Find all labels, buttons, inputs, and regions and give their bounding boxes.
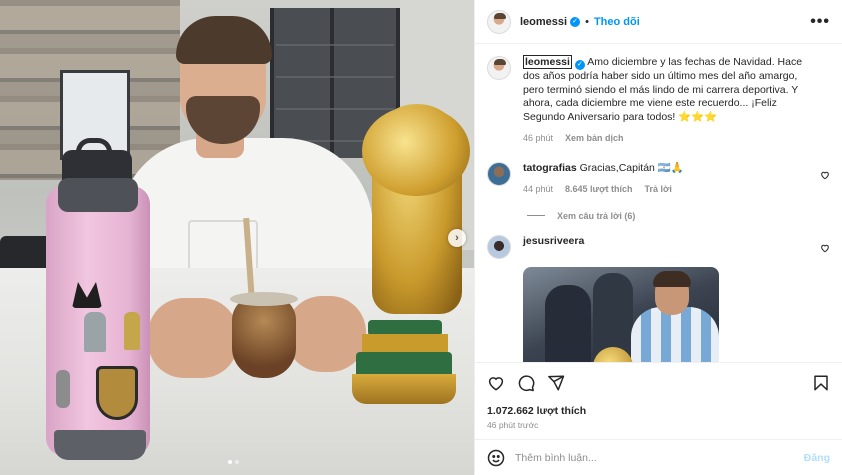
avatar[interactable] [487, 234, 511, 259]
carousel-dot-active [228, 460, 232, 464]
comments-list[interactable]: leomessi ✓ Amo diciembre y las fechas de … [475, 44, 842, 362]
comment-text: Gracias,Capitán 🇦🇷🙏 [579, 161, 684, 174]
trophy-base [352, 374, 456, 404]
post-time: 46 phút trước [487, 420, 539, 430]
trophy-globe [362, 106, 470, 196]
bottle-sticker-trophy [84, 312, 106, 352]
heart-icon[interactable] [487, 374, 505, 392]
view-replies-label: Xem câu trả lời (6) [557, 210, 636, 221]
comment-likes[interactable]: 8.645 lượt thích [565, 183, 632, 197]
comment-time: 44 phút [523, 184, 554, 194]
replies-divider [527, 215, 545, 216]
post-side-panel: leomessi ✓ • Theo dõi ••• leomessi ✓ Amo … [474, 0, 842, 475]
comment-icon[interactable] [517, 374, 535, 392]
comment-image[interactable] [523, 266, 719, 362]
mate-rim [230, 292, 298, 306]
carousel-dot [235, 460, 239, 464]
post-media[interactable]: › [0, 0, 474, 475]
post-header: leomessi ✓ • Theo dõi ••• [475, 0, 842, 44]
share-icon[interactable] [547, 374, 565, 392]
person-right-arm [286, 296, 366, 372]
caption-time: 46 phút [523, 133, 554, 143]
separator-dot: • [585, 15, 589, 28]
comment-composer: Đăng [475, 439, 842, 475]
person-hair [176, 16, 272, 64]
bottle-base [54, 430, 146, 460]
bookmark-icon[interactable] [812, 374, 830, 392]
comment-username[interactable]: jesusriveera [523, 235, 584, 247]
player-face [653, 270, 691, 315]
post-actions: 1.072.662 lượt thích 46 phút trước [475, 362, 842, 430]
carousel-indicator [228, 460, 239, 464]
bottle-sticker-trophy [124, 312, 140, 350]
reply-button[interactable]: Trả lời [644, 183, 671, 197]
person-left-arm [148, 298, 238, 378]
comment: tatografias Gracias,Capitán 🇦🇷🙏 44 phút … [487, 161, 830, 197]
mate-cup [232, 296, 296, 378]
bottle-sticker-trophy [56, 370, 70, 408]
like-count[interactable]: 1.072.662 lượt thích [487, 405, 830, 417]
view-replies-button[interactable]: Xem câu trả lời (6) [527, 211, 830, 221]
caption: leomessi ✓ Amo diciembre y las fechas de … [487, 55, 830, 146]
avatar[interactable] [487, 56, 511, 80]
comment: jesusriveera [487, 234, 830, 259]
heart-icon[interactable] [820, 243, 830, 253]
avatar[interactable] [487, 161, 511, 186]
verified-icon: ✓ [570, 16, 581, 27]
background-person [545, 284, 591, 362]
caption-username[interactable]: leomessi [523, 55, 572, 69]
avatar[interactable] [487, 9, 511, 34]
comment-username[interactable]: tatografias [523, 162, 577, 174]
comment-input[interactable] [515, 451, 804, 464]
bottle-sticker-badge [96, 366, 138, 420]
more-options-icon[interactable]: ••• [810, 13, 830, 29]
next-slide-button[interactable]: › [448, 229, 466, 247]
emoji-icon[interactable] [487, 449, 505, 467]
argentina-shirt [631, 306, 719, 362]
chevron-right-icon: › [455, 232, 459, 244]
heart-icon[interactable] [820, 170, 830, 180]
post-author-username[interactable]: leomessi [520, 16, 567, 28]
post-comment-button[interactable]: Đăng [804, 452, 830, 464]
see-translation-link[interactable]: Xem bản dịch [565, 132, 624, 146]
bottle-neck [58, 178, 138, 212]
verified-icon: ✓ [574, 60, 585, 70]
follow-button[interactable]: Theo dõi [594, 16, 640, 28]
